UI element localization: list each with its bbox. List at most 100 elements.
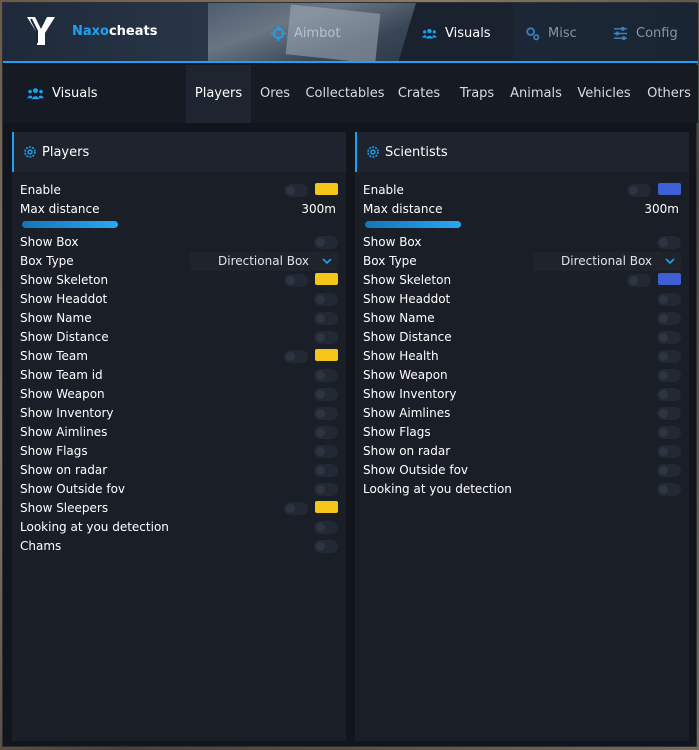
- subtab-crates[interactable]: Crates: [395, 65, 443, 123]
- scientists-show-inventory-toggle[interactable]: [657, 388, 681, 401]
- players-max-distance-slider[interactable]: [22, 221, 118, 228]
- scientists-show-skeleton-color[interactable]: [658, 273, 681, 285]
- scientists-show-flags-toggle[interactable]: [657, 426, 681, 439]
- scientists-show-skeleton-toggle[interactable]: [627, 274, 651, 287]
- cheat-menu-window: Naxocheats Aimbot Visuals Misc Config Vi…: [2, 2, 698, 747]
- scientists-show-inventory-row: Show Inventory: [363, 385, 681, 404]
- players-show-inventory-row: Show Inventory: [20, 404, 338, 423]
- scientists-show-weapon-toggle[interactable]: [657, 369, 681, 382]
- subtab-collectables[interactable]: Collectables: [305, 65, 385, 123]
- scientists-show-distance-toggle[interactable]: [657, 331, 681, 344]
- tab-misc-label: Misc: [548, 25, 577, 41]
- players-show-weapon-row: Show Weapon: [20, 385, 338, 404]
- scientists-show-aimlines-toggle[interactable]: [657, 407, 681, 420]
- players-show-flags-toggle[interactable]: [314, 445, 338, 458]
- players-show-headdot-toggle[interactable]: [314, 293, 338, 306]
- players-show-outside-fov-toggle[interactable]: [314, 483, 338, 496]
- players-enable-toggle[interactable]: [284, 184, 308, 197]
- scientists-show-outside-fov-label: Show Outside fov: [363, 463, 469, 477]
- scientists-show-headdot-label: Show Headdot: [363, 292, 451, 306]
- scientists-show-health-label: Show Health: [363, 349, 439, 363]
- scientists-enable-color[interactable]: [658, 183, 681, 195]
- brand-name-part2: cheats: [108, 24, 158, 39]
- scientists-show-weapon-label: Show Weapon: [363, 368, 448, 382]
- players-show-team-row: Show Team: [20, 347, 338, 366]
- players-looking-at-you-detection-label: Looking at you detection: [20, 520, 169, 534]
- players-show-aimlines-row: Show Aimlines: [20, 423, 338, 442]
- subtab-ores[interactable]: Ores: [255, 65, 295, 123]
- players-show-on-radar-toggle[interactable]: [314, 464, 338, 477]
- scientists-show-aimlines-label: Show Aimlines: [363, 406, 451, 420]
- players-looking-at-you-detection-toggle[interactable]: [314, 521, 338, 534]
- scientists-show-outside-fov-toggle[interactable]: [657, 464, 681, 477]
- players-show-weapon-toggle[interactable]: [314, 388, 338, 401]
- section-title: Visuals: [27, 85, 98, 102]
- top-bar: Naxocheats Aimbot Visuals Misc Config: [3, 3, 698, 63]
- scientists-max-distance-slider[interactable]: [365, 221, 461, 228]
- tab-config[interactable]: Config: [613, 3, 678, 61]
- players-max-distance-label: Max distance: [20, 202, 100, 216]
- subtab-animals[interactable]: Animals: [510, 65, 562, 123]
- scientists-max-distance-row: Max distance 300m: [363, 200, 681, 219]
- players-box-type-label: Box Type: [20, 254, 74, 268]
- players-show-box-toggle[interactable]: [314, 236, 338, 249]
- scientists-show-aimlines-row: Show Aimlines: [363, 404, 681, 423]
- players-chams-row: Chams: [20, 537, 338, 556]
- scientists-max-distance-label: Max distance: [363, 202, 443, 216]
- players-show-team-color[interactable]: [315, 349, 338, 361]
- players-show-name-toggle[interactable]: [314, 312, 338, 325]
- tab-aimbot[interactable]: Aimbot: [271, 3, 340, 61]
- players-show-skeleton-toggle[interactable]: [284, 274, 308, 287]
- players-enable-color[interactable]: [315, 183, 338, 195]
- scientists-looking-at-you-detection-toggle[interactable]: [657, 483, 681, 496]
- chevron-down-icon: [665, 258, 675, 265]
- subtab-vehicles[interactable]: Vehicles: [573, 65, 635, 123]
- gear-icon: [367, 146, 379, 158]
- subtab-players[interactable]: Players: [186, 65, 251, 123]
- scientists-show-skeleton-row: Show Skeleton: [363, 271, 681, 290]
- players-show-team-label: Show Team: [20, 349, 88, 363]
- players-show-aimlines-label: Show Aimlines: [20, 425, 108, 439]
- players-show-name-row: Show Name: [20, 309, 338, 328]
- gear-icon: [24, 146, 36, 158]
- players-show-team-toggle[interactable]: [284, 350, 308, 363]
- players-show-aimlines-toggle[interactable]: [314, 426, 338, 439]
- scientists-show-headdot-toggle[interactable]: [657, 293, 681, 306]
- players-box-type-select[interactable]: Directional Box: [190, 252, 338, 271]
- scientists-box-type-select[interactable]: Directional Box: [533, 252, 681, 271]
- subtab-traps[interactable]: Traps: [455, 65, 499, 123]
- players-show-distance-label: Show Distance: [20, 330, 109, 344]
- players-show-sleepers-color[interactable]: [315, 501, 338, 513]
- players-show-sleepers-toggle[interactable]: [284, 502, 308, 515]
- players-chams-toggle[interactable]: [314, 540, 338, 553]
- users-icon: [422, 28, 437, 38]
- players-max-distance-value: 300m: [301, 202, 336, 216]
- players-show-inventory-toggle[interactable]: [314, 407, 338, 420]
- players-max-distance-row: Max distance 300m: [20, 200, 338, 219]
- scientists-show-flags-label: Show Flags: [363, 425, 431, 439]
- players-show-distance-toggle[interactable]: [314, 331, 338, 344]
- players-show-skeleton-row: Show Skeleton: [20, 271, 338, 290]
- scientists-show-box-toggle[interactable]: [657, 236, 681, 249]
- scientists-show-health-toggle[interactable]: [657, 350, 681, 363]
- players-show-outside-fov-label: Show Outside fov: [20, 482, 126, 496]
- crosshair-icon: [271, 25, 286, 41]
- players-show-box-label: Show Box: [20, 235, 79, 249]
- scientists-enable-row: Enable: [363, 181, 681, 200]
- gears-icon: [526, 26, 540, 40]
- tab-config-label: Config: [636, 25, 678, 41]
- subtab-others[interactable]: Others: [643, 65, 695, 123]
- scientists-enable-toggle[interactable]: [627, 184, 651, 197]
- scientists-looking-at-you-detection-label: Looking at you detection: [363, 482, 512, 496]
- players-show-sleepers-row: Show Sleepers: [20, 499, 338, 518]
- scientists-show-name-row: Show Name: [363, 309, 681, 328]
- players-enable-label: Enable: [20, 183, 61, 197]
- scientists-show-box-row: Show Box: [363, 233, 681, 252]
- players-show-skeleton-color[interactable]: [315, 273, 338, 285]
- tab-misc[interactable]: Misc: [525, 3, 577, 61]
- players-show-team-id-toggle[interactable]: [314, 369, 338, 382]
- scientists-show-on-radar-toggle[interactable]: [657, 445, 681, 458]
- players-chams-label: Chams: [20, 539, 62, 553]
- scientists-show-name-toggle[interactable]: [657, 312, 681, 325]
- tab-visuals[interactable]: Visuals: [398, 3, 513, 61]
